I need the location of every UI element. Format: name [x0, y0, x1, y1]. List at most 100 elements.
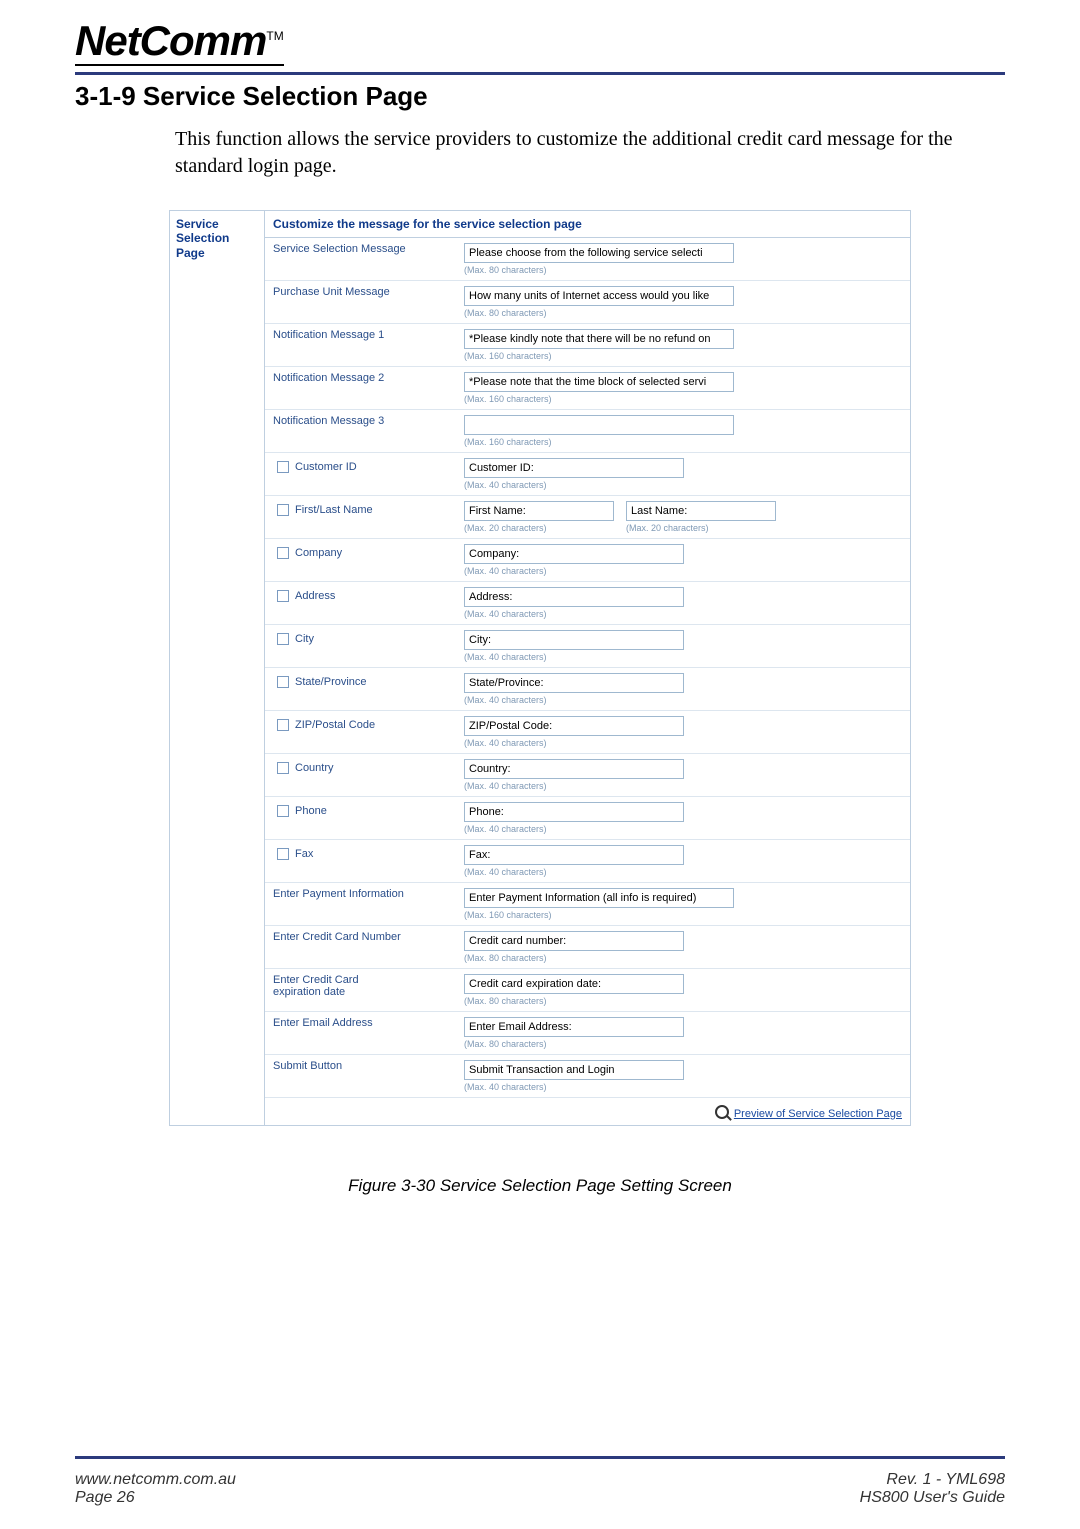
row-city: City (Max. 40 characters) — [265, 625, 910, 668]
hint-service-selection-message: (Max. 80 characters) — [464, 265, 902, 275]
label-notification-2: Notification Message 2 — [265, 367, 456, 410]
header-logo-row: NetCommTM — [75, 20, 1005, 66]
input-notification-1[interactable] — [464, 329, 734, 349]
hint-country: (Max. 40 characters) — [464, 781, 902, 791]
input-notification-3[interactable] — [464, 415, 734, 435]
input-customer-id[interactable] — [464, 458, 684, 478]
label-phone: Phone — [295, 805, 327, 817]
label-cc-exp-l1: Enter Credit Card — [273, 974, 359, 986]
row-enter-payment-info: Enter Payment Information (Max. 160 char… — [265, 883, 910, 926]
brand-logo: NetCommTM — [75, 20, 284, 66]
input-company[interactable] — [464, 544, 684, 564]
label-company: Company — [295, 547, 342, 559]
hint-zip: (Max. 40 characters) — [464, 738, 902, 748]
footer-guide: HS800 User's Guide — [860, 1489, 1005, 1507]
hint-submit-button: (Max. 40 characters) — [464, 1082, 902, 1092]
label-service-selection-message: Service Selection Message — [265, 238, 456, 281]
hint-cc-number: (Max. 80 characters) — [464, 953, 902, 963]
row-address: Address (Max. 40 characters) — [265, 582, 910, 625]
label-state: State/Province — [295, 676, 367, 688]
label-country: Country — [295, 762, 334, 774]
row-submit-button: Submit Button (Max. 40 characters) — [265, 1055, 910, 1098]
label-notification-3: Notification Message 3 — [265, 410, 456, 453]
row-zip: ZIP/Postal Code (Max. 40 characters) — [265, 711, 910, 754]
input-city[interactable] — [464, 630, 684, 650]
input-phone[interactable] — [464, 802, 684, 822]
section-title: 3-1-9 Service Selection Page — [75, 81, 1005, 112]
hint-notification-3: (Max. 160 characters) — [464, 437, 902, 447]
intro-paragraph: This function allows the service provide… — [175, 126, 1005, 180]
row-cc-exp: Enter Credit Card expiration date (Max. … — [265, 969, 910, 1012]
label-city: City — [295, 633, 314, 645]
input-purchase-unit-message[interactable] — [464, 286, 734, 306]
label-fax: Fax — [295, 848, 313, 860]
checkbox-fax[interactable] — [277, 848, 289, 860]
hint-email: (Max. 80 characters) — [464, 1039, 902, 1049]
row-notification-1: Notification Message 1 (Max. 160 charact… — [265, 324, 910, 367]
label-customer-id: Customer ID — [295, 461, 357, 473]
checkbox-customer-id[interactable] — [277, 461, 289, 473]
footer-rev: Rev. 1 - YML698 — [860, 1471, 1005, 1489]
row-country: Country (Max. 40 characters) — [265, 754, 910, 797]
hint-first-name: (Max. 20 characters) — [464, 523, 614, 533]
brand-text: NetComm — [75, 17, 266, 64]
label-email: Enter Email Address — [265, 1012, 456, 1055]
footer-page: Page 26 — [75, 1489, 236, 1507]
label-cc-number: Enter Credit Card Number — [265, 926, 456, 969]
hint-company: (Max. 40 characters) — [464, 566, 902, 576]
input-cc-number[interactable] — [464, 931, 684, 951]
checkbox-city[interactable] — [277, 633, 289, 645]
input-country[interactable] — [464, 759, 684, 779]
label-enter-payment-info: Enter Payment Information — [265, 883, 456, 926]
checkbox-company[interactable] — [277, 547, 289, 559]
hint-phone: (Max. 40 characters) — [464, 824, 902, 834]
label-submit-button: Submit Button — [265, 1055, 456, 1098]
hint-fax: (Max. 40 characters) — [464, 867, 902, 877]
row-company: Company (Max. 40 characters) — [265, 539, 910, 582]
hint-last-name: (Max. 20 characters) — [626, 523, 776, 533]
hint-purchase-unit-message: (Max. 80 characters) — [464, 308, 902, 318]
page-footer: www.netcomm.com.au Page 26 Rev. 1 - YML6… — [75, 1471, 1005, 1507]
panel-left-title-l2: Selection Page — [176, 231, 229, 259]
hint-cc-exp: (Max. 80 characters) — [464, 996, 902, 1006]
input-notification-2[interactable] — [464, 372, 734, 392]
checkbox-zip[interactable] — [277, 719, 289, 731]
label-first-last-name: First/Last Name — [295, 504, 373, 516]
panel-header: Customize the message for the service se… — [265, 211, 910, 238]
input-fax[interactable] — [464, 845, 684, 865]
label-cc-exp-l2: expiration date — [273, 986, 345, 998]
row-preview-link: Preview of Service Selection Page — [265, 1098, 910, 1126]
checkbox-address[interactable] — [277, 590, 289, 602]
panel-right-column: Customize the message for the service se… — [265, 211, 910, 1125]
label-notification-1: Notification Message 1 — [265, 324, 456, 367]
footer-divider — [75, 1456, 1005, 1459]
checkbox-state[interactable] — [277, 676, 289, 688]
input-state[interactable] — [464, 673, 684, 693]
input-last-name[interactable] — [626, 501, 776, 521]
label-purchase-unit-message: Purchase Unit Message — [265, 281, 456, 324]
input-email[interactable] — [464, 1017, 684, 1037]
hint-state: (Max. 40 characters) — [464, 695, 902, 705]
row-first-last-name: First/Last Name (Max. 20 characters) (Ma… — [265, 496, 910, 539]
label-zip: ZIP/Postal Code — [295, 719, 375, 731]
input-cc-exp[interactable] — [464, 974, 684, 994]
input-first-name[interactable] — [464, 501, 614, 521]
input-enter-payment-info[interactable] — [464, 888, 734, 908]
figure-caption: Figure 3-30 Service Selection Page Setti… — [75, 1176, 1005, 1196]
trademark: TM — [266, 29, 283, 43]
preview-link[interactable]: Preview of Service Selection Page — [734, 1108, 902, 1120]
checkbox-country[interactable] — [277, 762, 289, 774]
row-purchase-unit-message: Purchase Unit Message (Max. 80 character… — [265, 281, 910, 324]
checkbox-first-last-name[interactable] — [277, 504, 289, 516]
input-zip[interactable] — [464, 716, 684, 736]
hint-city: (Max. 40 characters) — [464, 652, 902, 662]
row-email: Enter Email Address (Max. 80 characters) — [265, 1012, 910, 1055]
input-submit-button[interactable] — [464, 1060, 684, 1080]
magnifier-icon — [715, 1105, 729, 1119]
label-cc-exp: Enter Credit Card expiration date — [265, 969, 456, 1012]
input-service-selection-message[interactable] — [464, 243, 734, 263]
checkbox-phone[interactable] — [277, 805, 289, 817]
input-address[interactable] — [464, 587, 684, 607]
hint-customer-id: (Max. 40 characters) — [464, 480, 902, 490]
row-service-selection-message: Service Selection Message (Max. 80 chara… — [265, 238, 910, 281]
